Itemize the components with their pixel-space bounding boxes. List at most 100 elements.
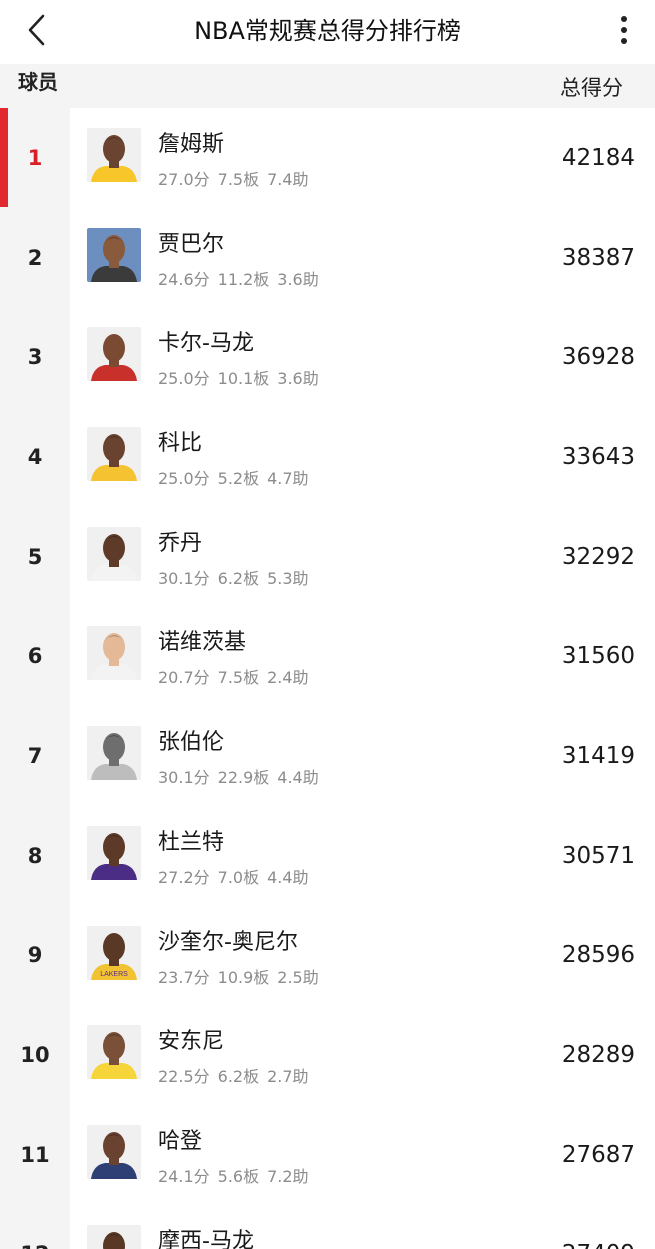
stat-ast: 3.6助 xyxy=(277,269,319,289)
total-points: 28596 xyxy=(561,942,635,969)
stat-pts: 24.6分 xyxy=(158,269,210,289)
player-stats: 24.6分 11.2板 3.6助 xyxy=(158,266,319,290)
stat-reb: 7.5板 xyxy=(217,170,260,189)
player-row[interactable]: 2 贾巴尔 24.6分 11.2板 3.6助 38387 xyxy=(0,208,655,308)
stat-reb: 5.6板 xyxy=(217,1166,260,1186)
stat-ast: 4.4助 xyxy=(267,867,309,887)
jersey-logo-text: LAKERS xyxy=(100,971,128,978)
player-stats: 24.1分 5.6板 7.2助 xyxy=(158,1163,309,1187)
player-stats: 25.0分 5.2板 4.7助 xyxy=(158,465,309,489)
top-nav-bar: NBA常规赛总得分排行榜 xyxy=(0,0,655,64)
total-points: 38387 xyxy=(561,244,635,271)
ranking-list: 1 詹姆斯 27.0分 7.5板 7.4助 42184 2 贾巴尔 24.6分 11.2板 3.6助… xyxy=(0,108,655,1249)
player-row[interactable]: 3 卡尔-马龙 25.0分 10.1板 3.6助 36928 xyxy=(0,307,655,407)
stat-pts: 24.1分 xyxy=(158,1166,210,1186)
rank-number: 10 xyxy=(20,1043,50,1068)
player-avatar xyxy=(87,1224,141,1249)
player-row[interactable]: 1 詹姆斯 27.0分 7.5板 7.4助 42184 xyxy=(0,108,655,208)
player-avatar xyxy=(87,128,141,182)
player-avatar: LAKERS xyxy=(87,925,141,980)
stat-reb: 6.2板 xyxy=(217,1067,260,1087)
total-points: 32292 xyxy=(561,543,635,570)
total-points: 27409 xyxy=(562,1205,635,1249)
stat-ast: 7.4助 xyxy=(267,170,309,189)
stat-reb: 7.0板 xyxy=(217,867,260,887)
player-name: 张伯伦 xyxy=(158,730,225,756)
player-stats: 22.5分 6.2板 2.7助 xyxy=(158,1063,309,1087)
stat-ast: 2.5助 xyxy=(277,967,319,987)
more-vertical-icon xyxy=(621,16,627,44)
rank-number: 4 xyxy=(27,444,43,469)
player-name: 杜兰特 xyxy=(158,829,225,855)
more-button[interactable] xyxy=(609,8,639,52)
player-name: 摩西-马龙 xyxy=(158,1228,254,1249)
stat-ast: 4.7助 xyxy=(267,469,309,489)
total-points: 42184 xyxy=(561,144,635,171)
stat-reb: 7.5板 xyxy=(217,668,260,688)
player-stats: 30.1分 6.2板 5.3助 xyxy=(158,565,309,589)
rank-number: 11 xyxy=(20,1142,50,1167)
player-row[interactable]: 6 诺维茨基 20.7分 7.5板 2.4助 31560 xyxy=(0,606,655,706)
page-title: NBA常规赛总得分排行榜 xyxy=(194,16,461,45)
player-avatar xyxy=(87,626,141,681)
player-name: 安东尼 xyxy=(158,1029,225,1055)
player-row[interactable]: 5 乔丹 30.1分 6.2板 5.3助 32292 xyxy=(0,507,655,607)
player-name: 卡尔-马龙 xyxy=(158,331,254,357)
total-points: 27687 xyxy=(561,1141,635,1168)
stat-pts: 30.1分 xyxy=(158,768,210,788)
rank-number: 9 xyxy=(27,943,43,968)
player-row[interactable]: 9 LAKERS 沙奎尔-奥尼尔 23.7分 10.9板 2.5助 28596 xyxy=(0,906,655,1006)
player-name: 沙奎尔-奥尼尔 xyxy=(158,929,298,955)
player-stats: 27.0分 7.5板 7.4助 xyxy=(158,166,309,190)
player-stats: 27.2分 7.0板 4.4助 xyxy=(158,864,309,888)
stat-pts: 30.1分 xyxy=(158,568,210,588)
rank-number: 12 xyxy=(0,1205,70,1249)
player-name: 科比 xyxy=(158,431,203,457)
player-name: 詹姆斯 xyxy=(158,132,225,157)
player-avatar xyxy=(87,1025,141,1080)
stat-pts: 23.7分 xyxy=(158,967,210,987)
player-row[interactable]: 10 安东尼 22.5分 6.2板 2.7助 28289 xyxy=(0,1005,655,1105)
player-avatar xyxy=(87,1124,141,1179)
stat-pts: 27.0分 xyxy=(158,170,210,189)
stat-ast: 2.7助 xyxy=(267,1067,309,1087)
player-avatar xyxy=(87,227,141,282)
player-stats: 30.1分 22.9板 4.4助 xyxy=(158,764,319,788)
stat-ast: 4.4助 xyxy=(277,768,319,788)
player-row[interactable]: 12 摩西-马龙 27409 xyxy=(0,1205,655,1249)
total-points: 28289 xyxy=(561,1042,635,1069)
player-avatar xyxy=(87,825,141,880)
app-screen: NBA常规赛总得分排行榜 球员 总得分 1 詹姆斯 27.0分 7.5板 7.4助 421… xyxy=(0,0,655,1249)
rank-number: 2 xyxy=(27,245,43,270)
player-stats: 25.0分 10.1板 3.6助 xyxy=(158,365,319,389)
stat-reb: 5.2板 xyxy=(217,469,260,489)
player-row[interactable]: 4 科比 25.0分 5.2板 4.7助 33643 xyxy=(0,407,655,507)
stat-ast: 7.2助 xyxy=(267,1166,309,1186)
total-points: 36928 xyxy=(561,344,635,371)
total-points: 31419 xyxy=(561,742,635,769)
stat-ast: 5.3助 xyxy=(267,568,309,588)
stat-pts: 22.5分 xyxy=(158,1067,210,1087)
player-stats: 23.7分 10.9板 2.5助 xyxy=(158,964,319,988)
stat-pts: 25.0分 xyxy=(158,369,210,389)
player-avatar xyxy=(87,327,141,382)
stat-pts: 27.2分 xyxy=(158,867,210,887)
player-avatar xyxy=(87,526,141,581)
rank-number: 3 xyxy=(27,345,43,370)
player-row[interactable]: 8 杜兰特 27.2分 7.0板 4.4助 30571 xyxy=(0,806,655,906)
rank-number: 6 xyxy=(27,644,43,669)
column-player-label: 球员 xyxy=(18,70,58,94)
player-name: 乔丹 xyxy=(158,530,203,556)
player-name: 贾巴尔 xyxy=(158,231,225,257)
player-row[interactable]: 11 哈登 24.1分 5.6板 7.2助 27687 xyxy=(0,1105,655,1205)
stat-reb: 6.2板 xyxy=(217,568,260,588)
rank-number: 8 xyxy=(27,843,43,868)
player-name: 诺维茨基 xyxy=(158,630,247,656)
column-header: 球员 总得分 xyxy=(0,64,655,108)
stat-pts: 25.0分 xyxy=(158,469,210,489)
player-avatar xyxy=(87,726,141,781)
total-points: 30571 xyxy=(561,842,635,869)
total-points: 31560 xyxy=(561,643,635,670)
player-row[interactable]: 7 张伯伦 30.1分 22.9板 4.4助 31419 xyxy=(0,706,655,806)
total-points: 33643 xyxy=(561,443,635,470)
